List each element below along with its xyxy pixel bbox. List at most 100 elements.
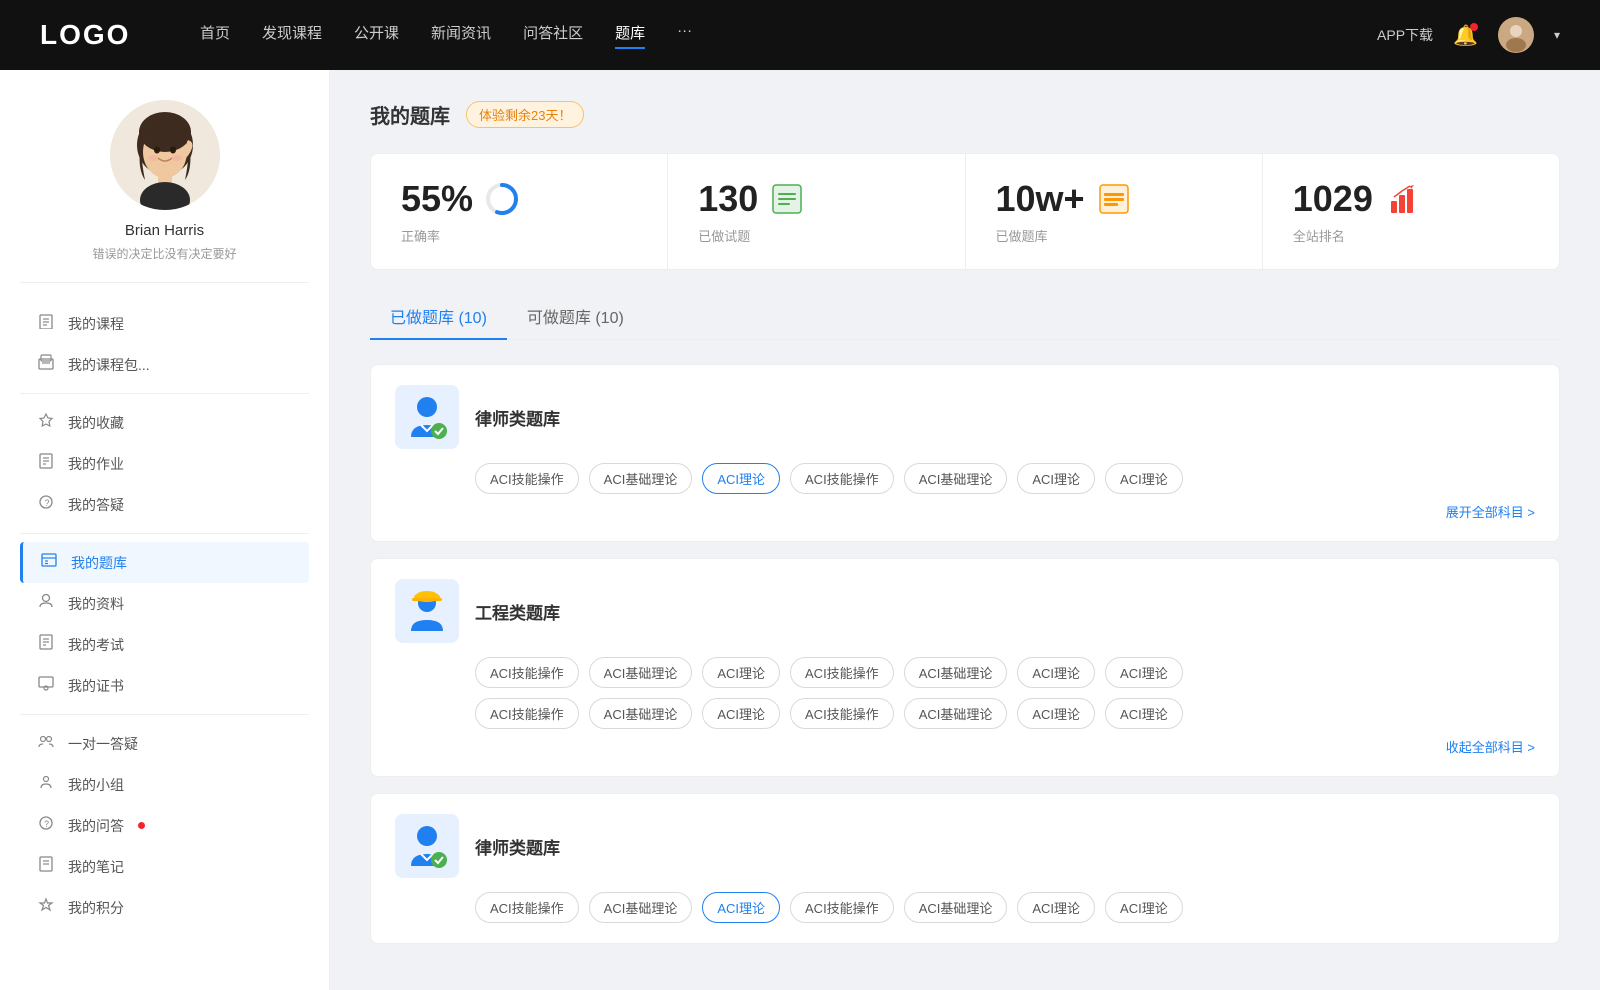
exam-icon bbox=[36, 634, 56, 655]
bank-0-expand-link[interactable]: 展开全部科目 > bbox=[1446, 502, 1535, 521]
notification-bell[interactable]: 🔔 bbox=[1453, 23, 1478, 48]
nav-links: 首页 发现课程 公开课 新闻资讯 问答社区 题库 ··· bbox=[200, 22, 1337, 49]
group-icon bbox=[36, 774, 56, 795]
bank-card-1-icon bbox=[395, 579, 459, 643]
user-name: Brian Harris bbox=[125, 222, 204, 239]
logo: LOGO bbox=[40, 19, 160, 51]
avatar-dropdown-chevron[interactable]: ▾ bbox=[1554, 28, 1560, 42]
nav-right: APP下载 🔔 ▾ bbox=[1377, 17, 1560, 53]
bank-1-tag2-3[interactable]: ACI技能操作 bbox=[790, 698, 894, 729]
nav-question-bank[interactable]: 题库 bbox=[615, 22, 645, 49]
sidebar-item-my-answers[interactable]: ? 我的问答 bbox=[20, 805, 309, 846]
star-icon bbox=[36, 412, 56, 433]
bank-0-tag-2[interactable]: ACI理论 bbox=[702, 463, 780, 494]
bank-1-tag2-2[interactable]: ACI理论 bbox=[702, 698, 780, 729]
nav-home[interactable]: 首页 bbox=[200, 22, 230, 49]
bank-1-tag2-1[interactable]: ACI基础理论 bbox=[589, 698, 693, 729]
bank-1-tag-5[interactable]: ACI理论 bbox=[1017, 657, 1095, 688]
sidebar-item-my-favorites[interactable]: 我的收藏 bbox=[20, 402, 309, 443]
bank-1-tag2-5[interactable]: ACI理论 bbox=[1017, 698, 1095, 729]
user-motto: 错误的决定比没有决定要好 bbox=[92, 245, 236, 262]
sidebar-divider-1 bbox=[20, 393, 309, 394]
bank-2-tag-2[interactable]: ACI理论 bbox=[702, 892, 780, 923]
bank-card-1-title: 工程类题库 bbox=[475, 599, 560, 624]
done-questions-icon bbox=[768, 180, 806, 218]
sidebar-item-my-exam[interactable]: 我的考试 bbox=[20, 624, 309, 665]
stat-done-questions: 130 已做试题 bbox=[668, 154, 965, 269]
main-content: 我的题库 体验剩余23天！ 55% 正确率 bbox=[330, 70, 1600, 990]
bank-card-2: 律师类题库 ACI技能操作 ACI基础理论 ACI理论 ACI技能操作 ACI基… bbox=[370, 793, 1560, 944]
bank-1-expand-link[interactable]: 收起全部科目 > bbox=[1446, 737, 1535, 756]
stats-row: 55% 正确率 130 bbox=[370, 153, 1560, 270]
bank-0-tag-4[interactable]: ACI基础理论 bbox=[904, 463, 1008, 494]
sidebar-item-my-certificate[interactable]: 我的证书 bbox=[20, 665, 309, 706]
done-banks-value: 10w+ bbox=[996, 178, 1085, 220]
page-header: 我的题库 体验剩余23天！ bbox=[370, 100, 1560, 129]
nav-discover[interactable]: 发现课程 bbox=[262, 22, 322, 49]
bank-card-2-header: 律师类题库 bbox=[395, 814, 1535, 878]
question-bank-icon bbox=[39, 552, 59, 573]
sidebar-item-my-course[interactable]: 我的课程 bbox=[20, 303, 309, 344]
avatar-image bbox=[1498, 17, 1534, 53]
bank-1-tag-3[interactable]: ACI技能操作 bbox=[790, 657, 894, 688]
sidebar-item-my-profile[interactable]: 我的资料 bbox=[20, 583, 309, 624]
stat-ranking-value-row: 1029 bbox=[1293, 178, 1421, 220]
bank-card-1: 工程类题库 ACI技能操作 ACI基础理论 ACI理论 ACI技能操作 ACI基… bbox=[370, 558, 1560, 777]
tab-available-banks[interactable]: 可做题库 (10) bbox=[507, 294, 644, 340]
sidebar-item-my-homework[interactable]: 我的作业 bbox=[20, 443, 309, 484]
app-download-button[interactable]: APP下载 bbox=[1377, 25, 1433, 45]
notification-dot bbox=[1470, 23, 1478, 31]
bank-2-tag-0[interactable]: ACI技能操作 bbox=[475, 892, 579, 923]
stat-accuracy: 55% 正确率 bbox=[371, 154, 668, 269]
bank-2-tag-4[interactable]: ACI基础理论 bbox=[904, 892, 1008, 923]
stat-accuracy-value-row: 55% bbox=[401, 178, 521, 220]
bank-1-tag-6[interactable]: ACI理论 bbox=[1105, 657, 1183, 688]
bank-2-tag-1[interactable]: ACI基础理论 bbox=[589, 892, 693, 923]
bank-card-0-tags: ACI技能操作 ACI基础理论 ACI理论 ACI技能操作 ACI基础理论 AC… bbox=[475, 463, 1535, 494]
ranking-value: 1029 bbox=[1293, 178, 1373, 220]
svg-text:?: ? bbox=[44, 819, 49, 829]
sidebar-item-my-course-package[interactable]: 我的课程包... bbox=[20, 344, 309, 385]
bank-card-0-header: 律师类题库 bbox=[395, 385, 1535, 449]
bank-1-tag-1[interactable]: ACI基础理论 bbox=[589, 657, 693, 688]
bank-card-1-tags-row1: ACI技能操作 ACI基础理论 ACI理论 ACI技能操作 ACI基础理论 AC… bbox=[475, 657, 1535, 688]
bank-2-tag-5[interactable]: ACI理论 bbox=[1017, 892, 1095, 923]
bank-card-0: 律师类题库 ACI技能操作 ACI基础理论 ACI理论 ACI技能操作 ACI基… bbox=[370, 364, 1560, 542]
bank-card-2-title: 律师类题库 bbox=[475, 834, 560, 859]
nav-more[interactable]: ··· bbox=[677, 22, 692, 49]
bank-0-tag-3[interactable]: ACI技能操作 bbox=[790, 463, 894, 494]
bank-0-tag-1[interactable]: ACI基础理论 bbox=[589, 463, 693, 494]
bank-0-tag-6[interactable]: ACI理论 bbox=[1105, 463, 1183, 494]
page-body: Brian Harris 错误的决定比没有决定要好 我的课程 我的课程包... bbox=[0, 70, 1600, 990]
bank-2-tag-6[interactable]: ACI理论 bbox=[1105, 892, 1183, 923]
bank-1-tag-2[interactable]: ACI理论 bbox=[702, 657, 780, 688]
sidebar-item-my-group[interactable]: 我的小组 bbox=[20, 764, 309, 805]
nav-open-course[interactable]: 公开课 bbox=[354, 22, 399, 49]
bank-1-tag2-6[interactable]: ACI理论 bbox=[1105, 698, 1183, 729]
sidebar-item-my-points[interactable]: 我的积分 bbox=[20, 887, 309, 928]
bank-2-tag-3[interactable]: ACI技能操作 bbox=[790, 892, 894, 923]
tab-done-banks[interactable]: 已做题库 (10) bbox=[370, 294, 507, 340]
one-on-one-icon bbox=[36, 733, 56, 754]
sidebar-item-my-question-bank[interactable]: 我的题库 bbox=[20, 542, 309, 583]
svg-text:?: ? bbox=[45, 498, 50, 508]
bank-1-tag2-0[interactable]: ACI技能操作 bbox=[475, 698, 579, 729]
bank-0-tag-5[interactable]: ACI理论 bbox=[1017, 463, 1095, 494]
sidebar-item-one-on-one[interactable]: 一对一答疑 bbox=[20, 723, 309, 764]
nav-news[interactable]: 新闻资讯 bbox=[431, 22, 491, 49]
bank-1-tag2-4[interactable]: ACI基础理论 bbox=[904, 698, 1008, 729]
bank-1-tag-4[interactable]: ACI基础理论 bbox=[904, 657, 1008, 688]
sidebar-item-my-notes[interactable]: 我的笔记 bbox=[20, 846, 309, 887]
sidebar-divider-2 bbox=[20, 533, 309, 534]
sidebar-menu: 我的课程 我的课程包... 我的收藏 我的作业 bbox=[20, 303, 309, 928]
done-banks-icon bbox=[1095, 180, 1133, 218]
bank-0-tag-0[interactable]: ACI技能操作 bbox=[475, 463, 579, 494]
bank-1-tag-0[interactable]: ACI技能操作 bbox=[475, 657, 579, 688]
sidebar-item-my-qa[interactable]: ? 我的答疑 bbox=[20, 484, 309, 525]
bank-card-1-tags-row2: ACI技能操作 ACI基础理论 ACI理论 ACI技能操作 ACI基础理论 AC… bbox=[475, 698, 1535, 729]
user-avatar[interactable] bbox=[1498, 17, 1534, 53]
answers-badge bbox=[138, 822, 145, 829]
nav-qa[interactable]: 问答社区 bbox=[523, 22, 583, 49]
stat-done-banks: 10w+ 已做题库 bbox=[966, 154, 1263, 269]
page-title: 我的题库 bbox=[370, 100, 450, 129]
